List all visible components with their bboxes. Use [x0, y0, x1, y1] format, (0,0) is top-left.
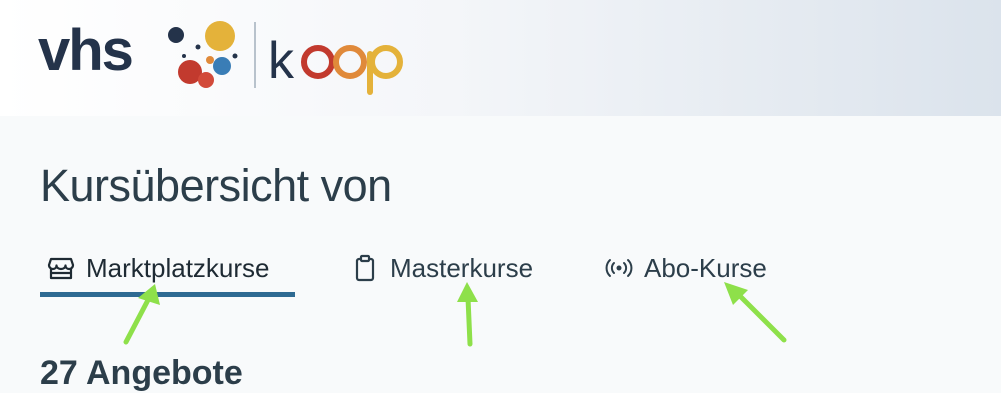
tab-masterkurse[interactable]: Masterkurse: [350, 240, 533, 296]
tab-label: Masterkurse: [390, 252, 534, 283]
broadcast-icon: [604, 253, 634, 283]
tab-label: Abo-Kurse: [644, 252, 767, 283]
vhs-koop-logo[interactable]: vhs k: [36, 14, 426, 98]
tab-abo-kurse[interactable]: Abo-Kurse: [604, 240, 767, 296]
page-title: Kursübersicht von: [40, 160, 392, 211]
app-header: vhs k: [0, 0, 1001, 116]
svg-text:vhs: vhs: [38, 18, 132, 83]
svg-text:k: k: [268, 32, 295, 90]
tab-label: Marktplatzkurse: [86, 252, 270, 283]
active-tab-indicator: [40, 292, 295, 297]
course-tabs: Marktplatzkurse Masterkurse Abo-Kurse: [0, 240, 1001, 300]
tab-marktplatzkurse[interactable]: Marktplatzkurse: [46, 240, 270, 296]
results-count: 27 Angebote: [40, 354, 243, 392]
clipboard-icon: [350, 253, 380, 283]
store-icon: [46, 253, 76, 283]
